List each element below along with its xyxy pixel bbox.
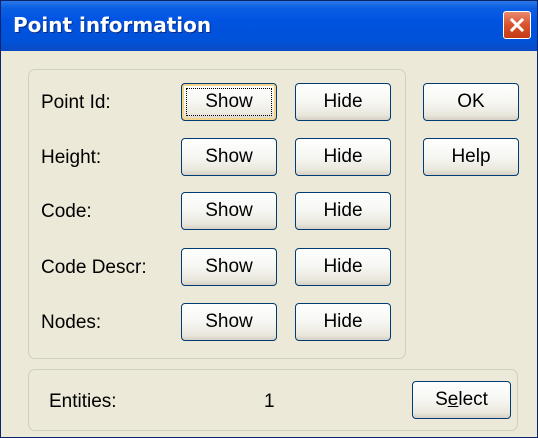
select-label-end: lect: [458, 389, 488, 410]
height-label: Height:: [41, 147, 102, 168]
point-id-show-label: Show: [205, 91, 253, 112]
code-show-button[interactable]: Show: [181, 192, 277, 230]
close-button[interactable]: [503, 11, 531, 39]
help-button[interactable]: Help: [423, 138, 519, 176]
point-id-hide-button[interactable]: Hide: [295, 83, 391, 121]
point-id-label: Point Id:: [41, 92, 111, 113]
close-x-icon: [509, 17, 525, 33]
window-title: Point information: [13, 13, 212, 37]
height-hide-button[interactable]: Hide: [295, 138, 391, 176]
nodes-hide-button[interactable]: Hide: [295, 303, 391, 341]
point-information-dialog: Point information Point Id: Show Hide He…: [0, 0, 538, 438]
title-bar[interactable]: Point information: [1, 1, 537, 51]
entities-label: Entities:: [49, 391, 117, 412]
code-descr-hide-button[interactable]: Hide: [295, 248, 391, 286]
nodes-label: Nodes:: [41, 312, 102, 333]
select-label-start: S: [435, 389, 448, 410]
entities-count: 1: [264, 391, 275, 412]
point-id-show-button[interactable]: Show: [181, 83, 277, 121]
code-hide-button[interactable]: Hide: [295, 192, 391, 230]
height-show-button[interactable]: Show: [181, 138, 277, 176]
nodes-show-button[interactable]: Show: [181, 303, 277, 341]
select-mnemonic: e: [447, 389, 459, 410]
code-label: Code:: [41, 201, 92, 222]
code-descr-show-button[interactable]: Show: [181, 248, 277, 286]
code-descr-label: Code Descr:: [41, 257, 147, 278]
ok-button[interactable]: OK: [423, 83, 519, 121]
select-button[interactable]: Select: [412, 381, 511, 419]
